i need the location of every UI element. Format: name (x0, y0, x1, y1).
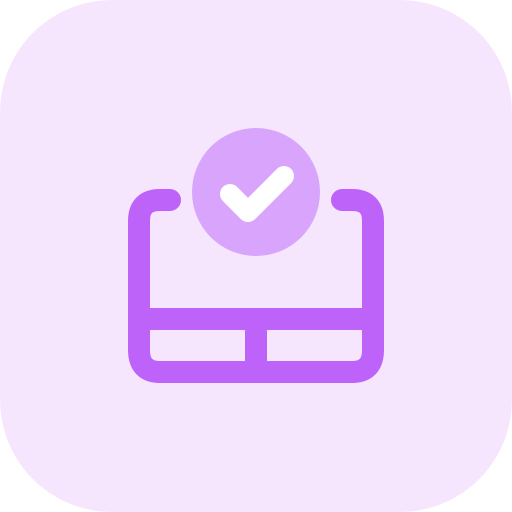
app-icon-tile (0, 0, 512, 512)
touchpad-check-icon (0, 0, 512, 512)
check-badge (192, 128, 320, 256)
